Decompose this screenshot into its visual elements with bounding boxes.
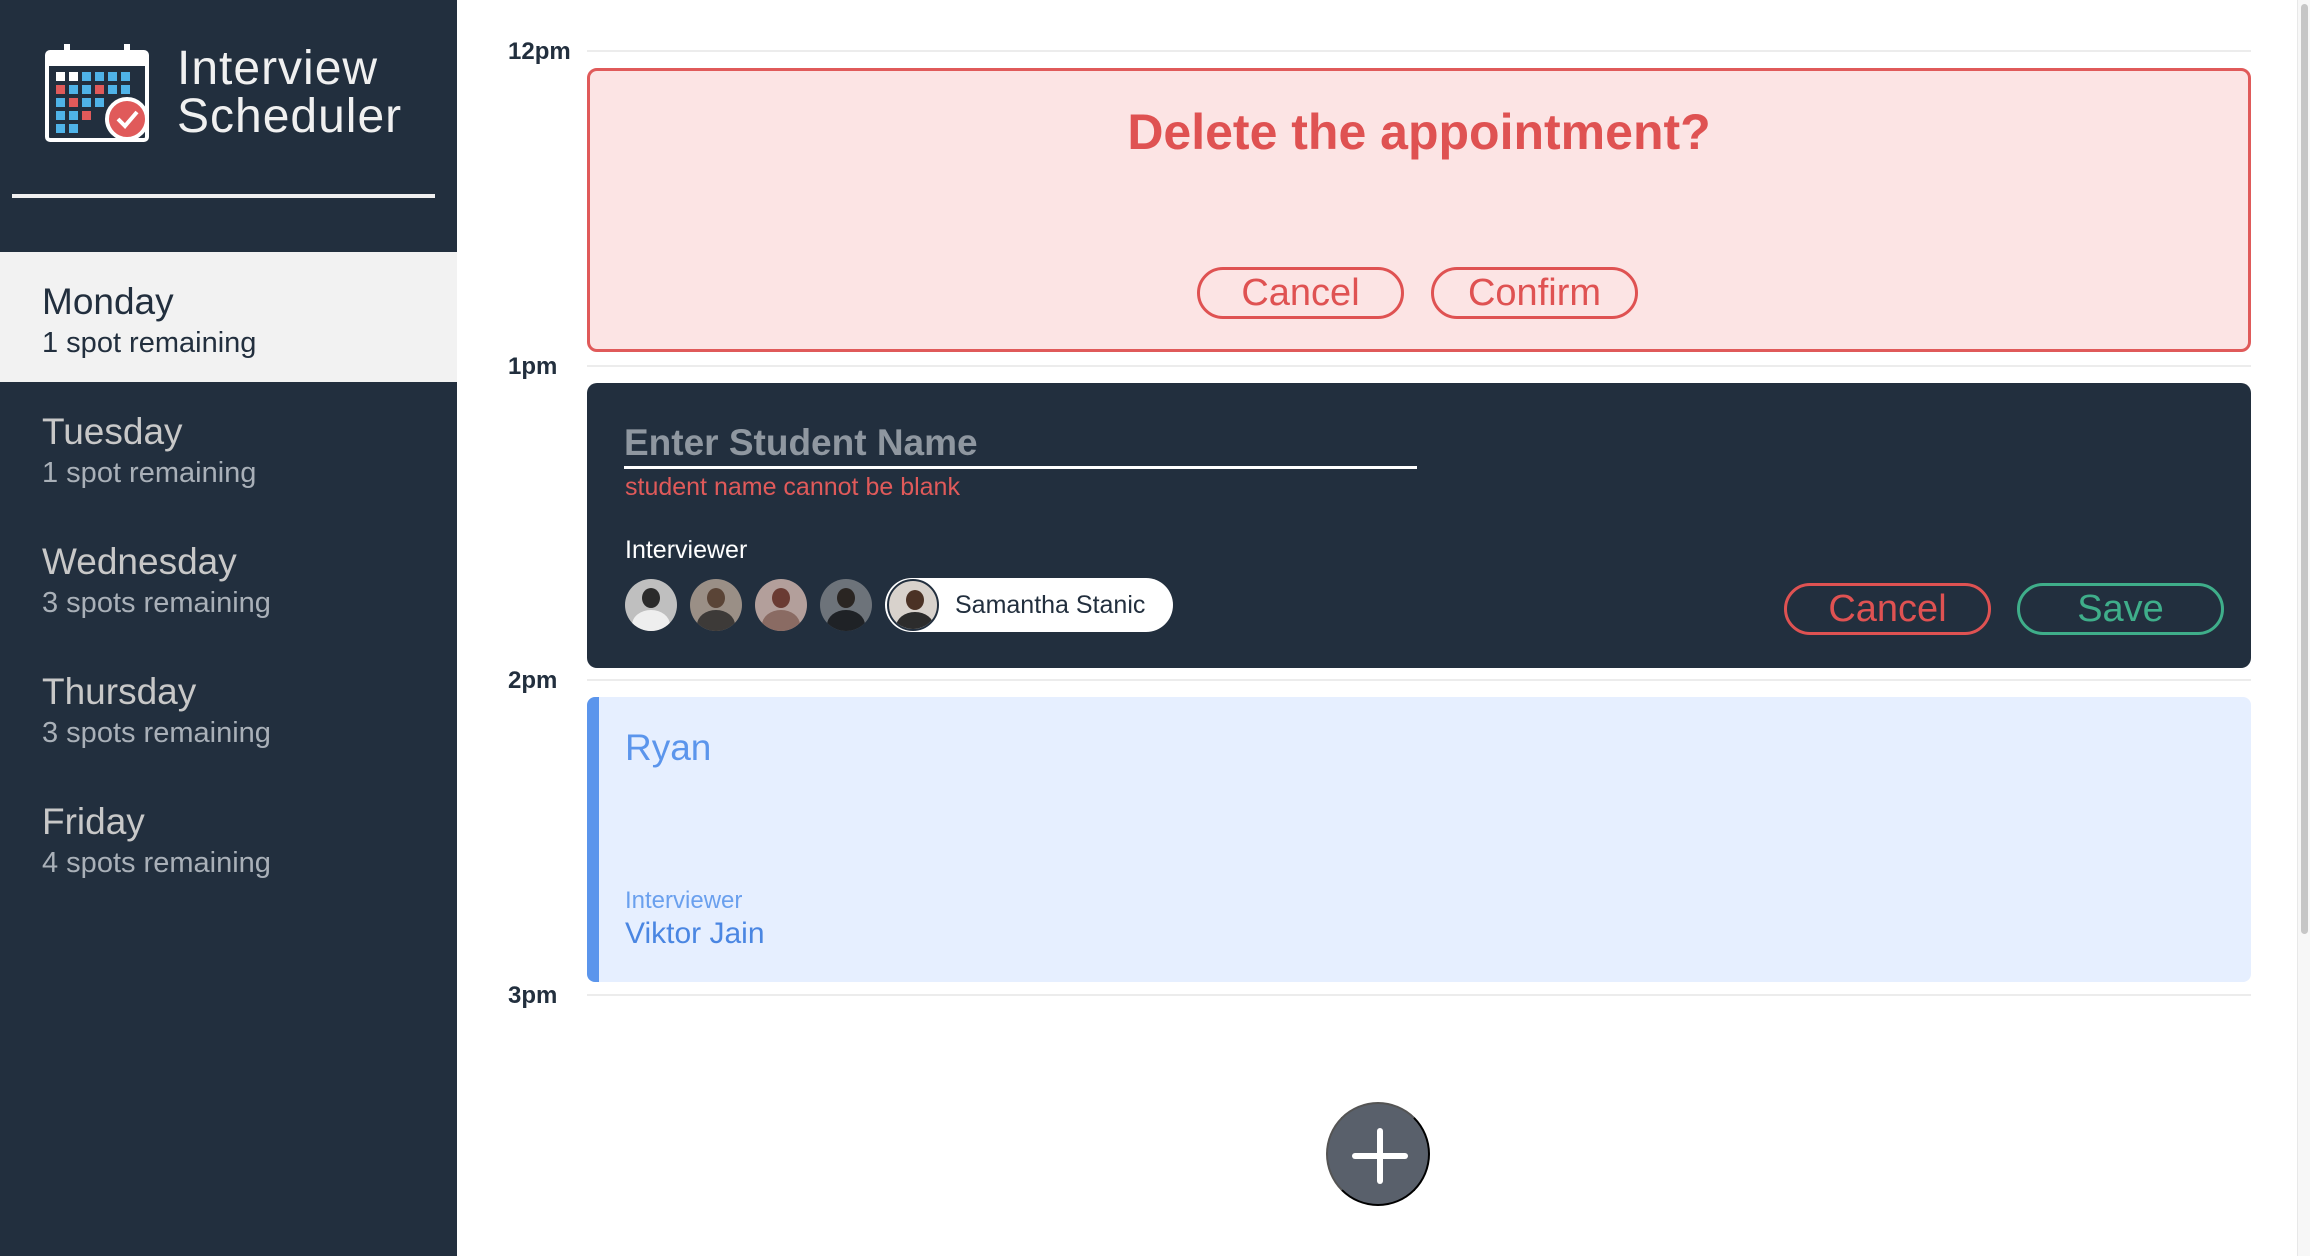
confirm-message: Delete the appointment? xyxy=(1127,104,1711,160)
delete-confirm-card: Delete the appointment? Cancel Confirm xyxy=(587,68,2251,352)
student-name-input[interactable] xyxy=(624,419,1417,469)
interviewer-name: Viktor Jain xyxy=(625,917,765,950)
day-name: Thursday xyxy=(42,671,197,712)
day-name: Wednesday xyxy=(42,541,237,582)
day-item-friday[interactable]: Friday 4 spots remaining xyxy=(0,772,457,902)
sidebar: Interview Scheduler Monday 1 spot remain… xyxy=(0,0,457,1256)
interviewer-avatar[interactable] xyxy=(690,579,742,631)
day-spots: 3 spots remaining xyxy=(42,717,271,749)
interviewer-avatar[interactable] xyxy=(820,579,872,631)
day-item-monday[interactable]: Monday 1 spot remaining xyxy=(0,252,457,382)
time-divider xyxy=(587,679,2251,681)
brand: Interview Scheduler xyxy=(44,42,402,144)
scrollbar-thumb[interactable] xyxy=(2301,4,2308,934)
time-label-12pm: 12pm xyxy=(508,38,571,65)
day-item-wednesday[interactable]: Wednesday 3 spots remaining xyxy=(0,512,457,642)
schedule: 12pm Delete the appointment? Cancel Conf… xyxy=(457,0,2297,1256)
time-divider xyxy=(587,994,2251,996)
appointment-form: student name cannot be blank Interviewer… xyxy=(587,383,2251,668)
time-label-2pm: 2pm xyxy=(508,667,558,694)
add-appointment-button[interactable] xyxy=(1326,1102,1430,1206)
selected-interviewer-name: Samantha Stanic xyxy=(955,590,1146,619)
sidebar-divider xyxy=(12,194,435,198)
confirm-cancel-button[interactable]: Cancel xyxy=(1197,267,1404,319)
scrollbar[interactable] xyxy=(2297,0,2310,1256)
interviewer-avatar[interactable] xyxy=(755,579,807,631)
day-spots: 1 spot remaining xyxy=(42,457,257,489)
student-name: Ryan xyxy=(625,727,712,768)
app-title-line-2: Scheduler xyxy=(177,90,403,143)
time-divider xyxy=(587,365,2251,367)
app-title: Interview Scheduler xyxy=(177,45,402,141)
interviewer-list: Samantha Stanic xyxy=(625,578,1174,632)
confirm-delete-button[interactable]: Confirm xyxy=(1431,267,1638,319)
calendar-check-icon xyxy=(45,44,149,142)
day-name: Monday xyxy=(42,281,174,322)
day-name: Tuesday xyxy=(42,411,183,452)
day-spots: 3 spots remaining xyxy=(42,587,271,619)
form-save-button[interactable]: Save xyxy=(2017,583,2224,635)
interviewer-avatar[interactable] xyxy=(625,579,677,631)
appointment-show-card: Ryan Interviewer Viktor Jain xyxy=(587,697,2251,982)
time-label-3pm: 3pm xyxy=(508,982,558,1009)
day-item-tuesday[interactable]: Tuesday 1 spot remaining xyxy=(0,382,457,512)
day-item-thursday[interactable]: Thursday 3 spots remaining xyxy=(0,642,457,772)
validation-message: student name cannot be blank xyxy=(625,473,960,501)
day-name: Friday xyxy=(42,801,145,842)
interviewer-label: Interviewer xyxy=(625,887,743,914)
form-cancel-button[interactable]: Cancel xyxy=(1784,583,1991,635)
day-list: Monday 1 spot remaining Tuesday 1 spot r… xyxy=(0,252,457,902)
time-label-1pm: 1pm xyxy=(508,353,558,380)
day-spots: 1 spot remaining xyxy=(42,327,257,359)
app-title-line-1: Interview xyxy=(177,42,379,95)
day-spots: 4 spots remaining xyxy=(42,847,271,879)
interviewer-avatar xyxy=(887,579,939,631)
interviewer-label: Interviewer xyxy=(625,536,748,564)
interviewer-item-selected[interactable]: Samantha Stanic xyxy=(885,578,1174,632)
time-divider xyxy=(587,50,2251,52)
